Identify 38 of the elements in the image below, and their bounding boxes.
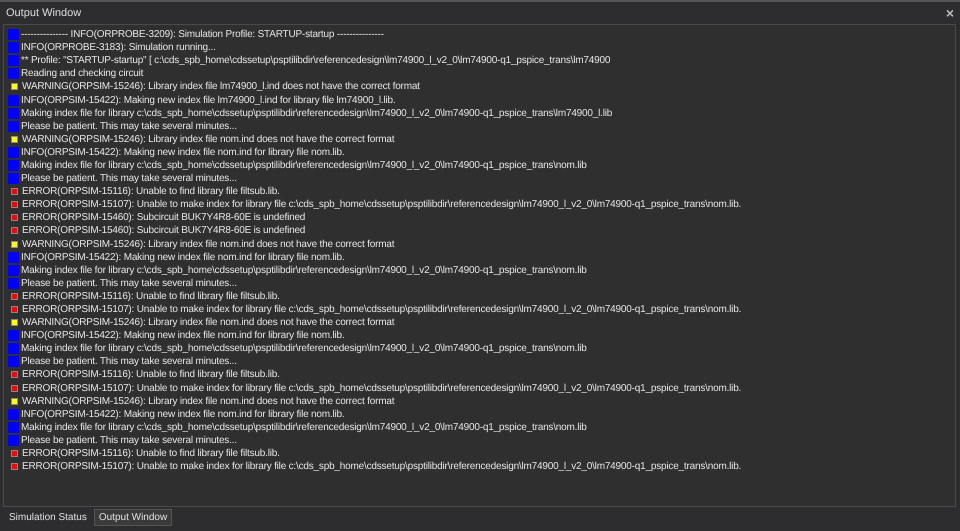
log-line: Please be patient. This may take several minutes... (21, 355, 237, 368)
log-line: Please be patient. This may take several minutes... (21, 120, 237, 133)
panel-title: Output Window (6, 7, 82, 19)
log-line: ERROR(ORPSIM-15107): Unable to make index for library file c:\cds_spb_home\cdssetup\psptilibdir\referencedesign\lm74900_l_v2_0\lm74900-q1_pspice_trans\nom.lib. (22, 198, 742, 212)
log-line: ERROR(ORPSIM-15116): Unable to find library file filtsub.lib. (22, 368, 280, 382)
log-line: Please be patient. This may take several minutes... (21, 172, 237, 186)
log-line: ERROR(ORPSIM-15107): Unable to make index for library file c:\cds_spb_home\cdssetup\psptilibdir\referencedesign\lm74900_l_v2_0\lm74900-q1_pspice_trans\nom.lib. (22, 460, 742, 474)
log-line: INFO(ORPSIM-15422): Making new index file nom.ind for library file nom.lib. (21, 408, 344, 421)
log-line: Making index file for library c:\cds_spb_home\cdssetup\psptilibdir\referencedesign\lm74900_l_v2_0\lm74900-q1_pspice_trans\nom.lib (21, 342, 587, 356)
log-line: Please be patient. This may take several minutes... (21, 276, 237, 290)
log-line: WARNING(ORPSIM-15246): Library index file nom.ind does not have the correct format (22, 316, 394, 330)
log-line: WARNING(ORPSIM-15246): Library index file lm74900_l.ind does not have the correct format (22, 80, 420, 94)
log-line: Reading and checking circuit (21, 67, 144, 80)
log-line: Making index file for library c:\cds_spb_home\cdssetup\psptilibdir\referencedesign\lm74900_l_v2_0\lm74900-q1_pspice_trans\nom.lib (21, 158, 587, 172)
log-line: INFO(ORPROBE-3183): Simulation running... (21, 41, 216, 54)
log-line: WARNING(ORPSIM-15246): Library index file nom.ind does not have the correct format (22, 238, 394, 251)
log-line: ERROR(ORPSIM-15107): Unable to make index for library file c:\cds_spb_home\cdssetup\psptilibdir\referencedesign\lm74900_l_v2_0\lm74900-q1_pspice_trans\nom.lib. (22, 382, 742, 395)
log-line: INFO(ORPSIM-15422): Making new index file nom.ind for library file nom.lib. (21, 250, 344, 264)
log-line: Making index file for library c:\cds_spb_home\cdssetup\psptilibdir\referencedesign\lm74900_l_v2_0\lm74900-q1_pspice_trans\nom.lib (21, 420, 587, 434)
log-line: ERROR(ORPSIM-15116): Unable to find library file filtsub.lib. (22, 447, 280, 460)
log-line: --------------- INFO(ORPROBE-3209): Simulation Profile: STARTUP-startup --------------- (21, 28, 384, 42)
tab[interactable]: Output Window (94, 509, 172, 526)
log-line: ERROR(ORPSIM-15107): Unable to make index for library file c:\cds_spb_home\cdssetup\psptilibdir\referencedesign\lm74900_l_v2_0\lm74900-q1_pspice_trans\nom.lib. (22, 303, 742, 316)
log-line: ERROR(ORPSIM-15116): Unable to find library file filtsub.lib. (22, 290, 280, 303)
log-line: INFO(ORPSIM-15422): Making new index file lm74900_l.ind for library file lm74900_l.lib. (21, 94, 396, 107)
close-button[interactable]: × (944, 6, 956, 20)
log-line: ERROR(ORPSIM-15460): Subcircuit BUK7Y4R8-60E is undefined (22, 211, 306, 224)
log-line: ** Profile: "STARTUP-startup" [ c:\cds_spb_home\cdssetup\psptilibdir\referencedesign\lm74900_l_v2_0\lm74900-q1_pspice_trans\lm74900 (21, 54, 610, 68)
log-line: ERROR(ORPSIM-15460): Subcircuit BUK7Y4R8-60E is undefined (22, 224, 306, 238)
tab[interactable]: Simulation Status (4, 509, 92, 526)
log-line: INFO(ORPSIM-15422): Making new index file nom.ind for library file nom.lib. (21, 146, 344, 159)
log-line: WARNING(ORPSIM-15246): Library index file nom.ind does not have the correct format (22, 132, 394, 146)
log-line: ERROR(ORPSIM-15116): Unable to find library file filtsub.lib. (22, 185, 280, 198)
log-line: WARNING(ORPSIM-15246): Library index file nom.ind does not have the correct format (22, 394, 394, 408)
log-line: Making index file for library c:\cds_spb_home\cdssetup\psptilibdir\referencedesign\lm74900_l_v2_0\lm74900-q1_pspice_trans\lm74900_l.lib (21, 106, 612, 120)
log-line: Making index file for library c:\cds_spb_home\cdssetup\psptilibdir\referencedesign\lm74900_l_v2_0\lm74900-q1_pspice_trans\nom.lib (21, 264, 587, 277)
log-line: INFO(ORPSIM-15422): Making new index file nom.ind for library file nom.lib. (21, 329, 344, 342)
log-line: Please be patient. This may take several minutes... (21, 434, 237, 447)
